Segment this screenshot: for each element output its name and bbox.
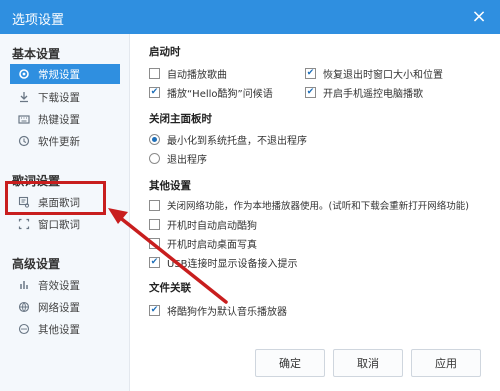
option-restore-window[interactable]: ✔ 恢复退出时窗口大小和位置 bbox=[305, 66, 443, 81]
section-title-other: 其他设置 bbox=[149, 180, 191, 192]
ok-button[interactable]: 确定 bbox=[255, 349, 325, 377]
checkbox-checked[interactable]: ✔ bbox=[305, 68, 316, 79]
checkbox-checked[interactable]: ✔ bbox=[305, 87, 316, 98]
sidebar-item-update[interactable]: 软件更新 bbox=[10, 131, 120, 151]
sidebar-item-label: 热键设置 bbox=[38, 113, 80, 126]
sidebar-item-label: 音效设置 bbox=[38, 279, 80, 292]
equalizer-icon bbox=[16, 277, 32, 293]
sidebar-item-other[interactable]: 其他设置 bbox=[10, 319, 120, 339]
title-bar: 选项设置 × bbox=[0, 0, 500, 34]
option-desktop-photo[interactable]: 开机时启动桌面写真 bbox=[149, 236, 257, 251]
option-autostart[interactable]: 开机时自动启动酷狗 bbox=[149, 217, 257, 232]
sidebar-item-window-lyrics[interactable]: 窗口歌词 bbox=[10, 214, 120, 234]
option-phone-remote[interactable]: ✔ 开启手机遥控电脑播歌 bbox=[305, 85, 423, 100]
section-title-close-panel: 关闭主面板时 bbox=[149, 113, 212, 125]
window-title: 选项设置 bbox=[12, 13, 65, 28]
more-icon bbox=[16, 321, 32, 337]
network-icon bbox=[16, 299, 32, 315]
sidebar-item-network[interactable]: 网络设置 bbox=[10, 297, 120, 317]
radio[interactable] bbox=[149, 153, 160, 164]
checkbox-checked[interactable]: ✔ bbox=[149, 87, 160, 98]
option-minimize-to-tray[interactable]: 最小化到系统托盘，不退出程序 bbox=[149, 132, 307, 147]
radio-selected[interactable] bbox=[149, 134, 160, 145]
checkbox-checked[interactable]: ✔ bbox=[149, 257, 160, 268]
sidebar-group-title: 高级设置 bbox=[12, 257, 61, 271]
annotation-highlight-box bbox=[5, 181, 106, 215]
option-usb-prompt[interactable]: ✔ USB连接时显示设备接入提示 bbox=[149, 255, 298, 270]
update-icon bbox=[16, 133, 32, 149]
option-disable-network[interactable]: 关闭网络功能，作为本地播放器使用。(试听和下载会重新打开网络功能) bbox=[149, 198, 469, 212]
sidebar-item-download[interactable]: 下载设置 bbox=[10, 87, 120, 107]
sidebar-item-label: 其他设置 bbox=[38, 323, 80, 336]
cancel-button[interactable]: 取消 bbox=[333, 349, 403, 377]
sidebar-item-label: 下载设置 bbox=[38, 91, 80, 104]
sidebar-item-label: 常规设置 bbox=[38, 68, 80, 81]
checkbox-checked[interactable]: ✔ bbox=[149, 305, 160, 316]
option-exit-program[interactable]: 退出程序 bbox=[149, 151, 207, 166]
window-lyrics-icon bbox=[16, 216, 32, 232]
sidebar-item-label: 网络设置 bbox=[38, 301, 80, 314]
settings-panel: 启动时 自动播放歌曲 ✔ 恢复退出时窗口大小和位置 ✔ 播放“Hello酷狗”问… bbox=[131, 34, 500, 391]
checkbox[interactable] bbox=[149, 199, 160, 211]
sidebar-item-sound-effects[interactable]: 音效设置 bbox=[10, 275, 120, 295]
checkbox[interactable] bbox=[149, 68, 160, 79]
option-hello-greeting[interactable]: ✔ 播放“Hello酷狗”问候语 bbox=[149, 85, 273, 100]
download-icon bbox=[16, 89, 32, 105]
checkbox[interactable] bbox=[149, 219, 160, 230]
apply-button[interactable]: 应用 bbox=[411, 349, 481, 377]
gear-icon bbox=[16, 66, 32, 82]
sidebar-item-label: 软件更新 bbox=[38, 135, 80, 148]
sidebar-group-title: 基本设置 bbox=[12, 47, 61, 61]
section-title-file-association: 文件关联 bbox=[149, 282, 191, 294]
option-autoplay[interactable]: 自动播放歌曲 bbox=[149, 66, 227, 81]
close-icon[interactable]: × bbox=[468, 6, 490, 28]
sidebar-item-hotkey[interactable]: 热键设置 bbox=[10, 109, 120, 129]
sidebar-item-label: 窗口歌词 bbox=[38, 218, 80, 231]
keyboard-icon bbox=[16, 111, 32, 127]
sidebar-item-general[interactable]: 常规设置 bbox=[10, 64, 120, 84]
section-title-startup: 启动时 bbox=[149, 46, 181, 58]
checkbox[interactable] bbox=[149, 238, 160, 249]
option-default-player[interactable]: ✔ 将酷狗作为默认音乐播放器 bbox=[149, 303, 287, 318]
